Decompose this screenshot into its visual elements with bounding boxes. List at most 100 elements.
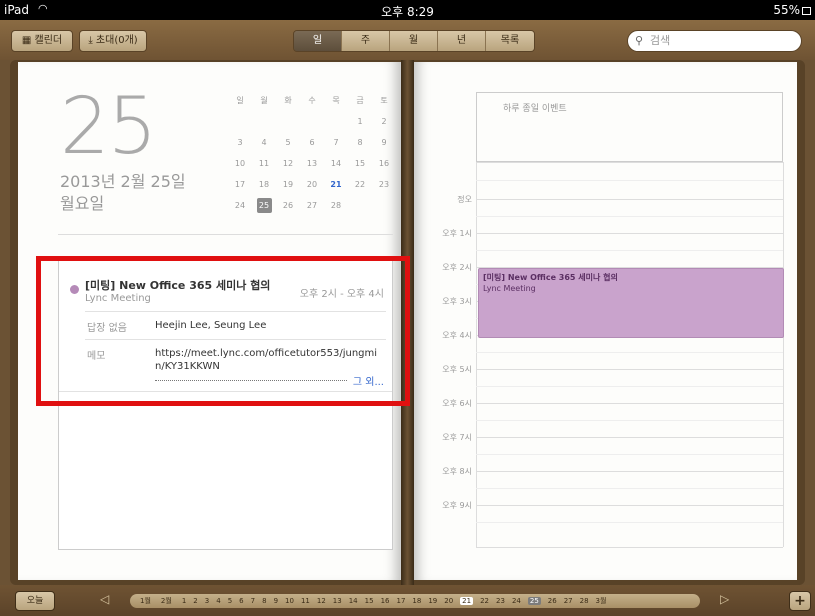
rail-day[interactable]: 28	[580, 597, 589, 605]
rail-day[interactable]: 20	[444, 597, 453, 605]
mini-day[interactable]	[348, 195, 372, 216]
grid-line	[476, 454, 783, 455]
mini-day[interactable]: 24	[228, 195, 252, 216]
tab-month[interactable]: 월	[390, 31, 438, 51]
big-day-number: 25	[60, 82, 157, 172]
grid-line	[783, 162, 784, 547]
mini-day[interactable]: 7	[324, 132, 348, 153]
rail-day[interactable]: 18	[412, 597, 421, 605]
rail-day[interactable]: 24	[512, 597, 521, 605]
rail-day[interactable]: 16	[381, 597, 390, 605]
rail-month[interactable]: 1월	[140, 596, 151, 606]
tab-year[interactable]: 년	[438, 31, 486, 51]
add-event-button[interactable]: +	[789, 591, 811, 611]
grid-line	[476, 386, 783, 387]
event-block[interactable]: [미팅] New Office 365 세미나 협의 Lync Meeting	[478, 268, 784, 338]
rail-day[interactable]: 22	[480, 597, 489, 605]
next-arrow-icon[interactable]: ▷	[720, 592, 729, 606]
mini-day[interactable]: 8	[348, 132, 372, 153]
rail-day[interactable]: 7	[251, 597, 255, 605]
tab-week[interactable]: 주	[342, 31, 390, 51]
rail-day[interactable]: 3	[205, 597, 209, 605]
mini-day[interactable]	[276, 111, 300, 132]
day-scrubber[interactable]: 1월 2월 1 2 3 4 5 6 7 8 9 10 11 12 13 14 1…	[130, 594, 700, 608]
mini-weekday-header: 일	[236, 96, 244, 105]
mini-day[interactable]: 28	[324, 195, 348, 216]
hour-label: 오후 2시	[442, 263, 472, 272]
search-icon: ⚲	[635, 34, 644, 47]
mini-day-current[interactable]: 21	[324, 174, 348, 195]
tab-list[interactable]: 목록	[486, 31, 534, 51]
mini-day[interactable]: 5	[276, 132, 300, 153]
rail-day[interactable]: 9	[274, 597, 278, 605]
rail-day[interactable]: 8	[262, 597, 266, 605]
mini-day[interactable]: 27	[300, 195, 324, 216]
weekday-label: 월요일	[60, 194, 105, 213]
grid-line	[476, 199, 783, 200]
mini-day[interactable]: 14	[324, 153, 348, 174]
rail-day[interactable]: 27	[564, 597, 573, 605]
mini-day[interactable]: 3	[228, 132, 252, 153]
rail-day[interactable]: 14	[349, 597, 358, 605]
mini-day[interactable]: 15	[348, 153, 372, 174]
mini-day[interactable]: 6	[300, 132, 324, 153]
rail-day[interactable]: 15	[365, 597, 374, 605]
mini-day[interactable]: 26	[276, 195, 300, 216]
rail-day[interactable]: 1	[182, 597, 186, 605]
search-input[interactable]: ⚲ 검색	[627, 30, 802, 52]
invites-button[interactable]: ⤓ 초대(0개)	[79, 30, 147, 52]
all-day-label: 하루 종일 이벤트	[503, 104, 567, 114]
rail-day[interactable]: 17	[396, 597, 405, 605]
hour-label: 오후 3시	[442, 297, 472, 306]
mini-weekday-header: 화	[284, 96, 292, 105]
rail-day[interactable]: 23	[496, 597, 505, 605]
mini-day[interactable]: 19	[276, 174, 300, 195]
event-block-title: [미팅] New Office 365 세미나 협의	[483, 273, 618, 282]
mini-day[interactable]	[228, 111, 252, 132]
mini-day[interactable]: 18	[252, 174, 276, 195]
battery-icon	[802, 7, 811, 15]
previous-arrow-icon[interactable]: ◁	[100, 592, 109, 606]
rail-day[interactable]: 13	[333, 597, 342, 605]
mini-day[interactable]	[324, 111, 348, 132]
rail-month[interactable]: 3월	[596, 596, 607, 606]
tab-day[interactable]: 일	[294, 31, 342, 51]
mini-day[interactable]: 20	[300, 174, 324, 195]
mini-day[interactable]: 22	[348, 174, 372, 195]
rail-day[interactable]: 6	[239, 597, 243, 605]
mini-day[interactable]: 1	[348, 111, 372, 132]
grid-line	[476, 488, 783, 489]
mini-day[interactable]: 23	[372, 174, 396, 195]
rail-day[interactable]: 11	[301, 597, 310, 605]
rail-month[interactable]: 2월	[161, 596, 172, 606]
mini-day[interactable]	[300, 111, 324, 132]
rail-day[interactable]: 5	[228, 597, 232, 605]
rail-day[interactable]: 4	[216, 597, 220, 605]
mini-day[interactable]: 12	[276, 153, 300, 174]
mini-day-selected[interactable]: 25	[252, 195, 276, 216]
today-button[interactable]: 오늘	[15, 591, 55, 611]
mini-day[interactable]: 2	[372, 111, 396, 132]
rail-day[interactable]: 10	[285, 597, 294, 605]
hour-label: 오후 1시	[442, 229, 472, 238]
mini-day[interactable]: 17	[228, 174, 252, 195]
calendars-button[interactable]: ▦ 캘린더	[11, 30, 73, 52]
all-day-events-area[interactable]: 하루 종일 이벤트	[476, 92, 783, 162]
mini-day[interactable]	[252, 111, 276, 132]
mini-day[interactable]: 10	[228, 153, 252, 174]
rail-day-current[interactable]: 21	[460, 597, 474, 605]
rail-day[interactable]: 2	[193, 597, 197, 605]
rail-day[interactable]: 12	[317, 597, 326, 605]
mini-day[interactable]: 13	[300, 153, 324, 174]
mini-day[interactable]: 9	[372, 132, 396, 153]
mini-day[interactable]	[372, 195, 396, 216]
rail-day-selected[interactable]: 25	[527, 597, 541, 605]
rail-day[interactable]: 19	[428, 597, 437, 605]
bottom-bar: 오늘 ◁ 1월 2월 1 2 3 4 5 6 7 8 9 10 11 12 13…	[0, 585, 815, 616]
grid-line	[476, 162, 477, 547]
mini-day[interactable]: 4	[252, 132, 276, 153]
mini-day[interactable]: 16	[372, 153, 396, 174]
mini-day[interactable]: 11	[252, 153, 276, 174]
status-clock: 오후 8:29	[381, 5, 434, 19]
rail-day[interactable]: 26	[548, 597, 557, 605]
